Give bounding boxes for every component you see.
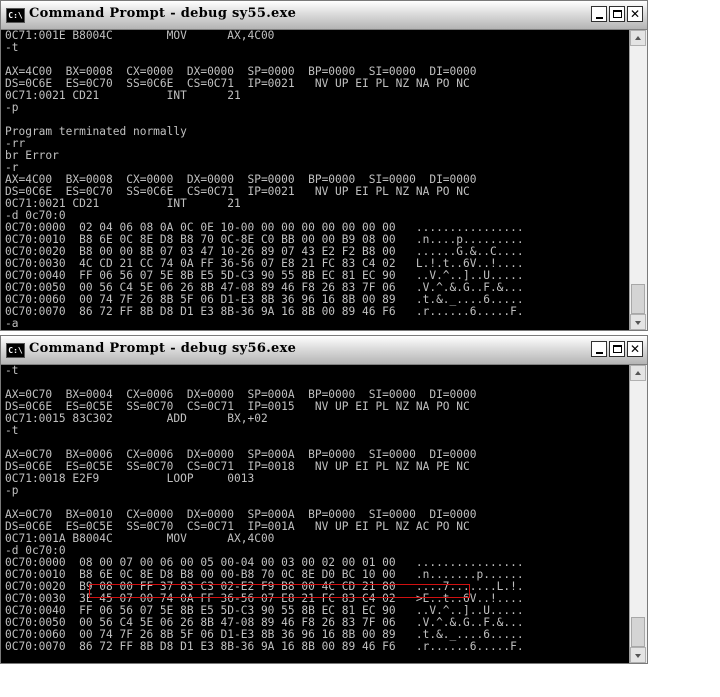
console-line: 0C70:0000 02 04 06 08 0A 0C 0E 10-00 00 … (5, 221, 524, 234)
close-button[interactable]: ✕ (627, 341, 643, 357)
console-line: AX=4C00 BX=0008 CX=0000 DX=0000 SP=0000 … (5, 65, 477, 78)
console-line: br Error (5, 149, 59, 162)
maximize-icon (612, 10, 622, 18)
console-line: 0C70:0050 00 56 C4 5E 06 26 8B 47-08 89 … (5, 616, 524, 629)
console-line: 0C70:0070 86 72 FF 8B D8 D1 E3 8B-36 9A … (5, 305, 524, 318)
console-line: DS=0C6E ES=0C5E SS=0C70 CS=0C71 IP=0018 … (5, 460, 470, 473)
close-icon: ✕ (629, 342, 641, 356)
scrollbar-thumb[interactable] (631, 284, 645, 314)
window-title: Command Prompt - debug sy56.exe (29, 341, 297, 356)
console-line: 0C70:0060 00 74 7F 26 8B 5F 06 D1-E3 8B … (5, 628, 524, 641)
console-line: -t (5, 365, 19, 377)
minimize-button[interactable] (591, 6, 607, 22)
console-line: -r (5, 161, 19, 174)
minimize-icon (595, 16, 603, 19)
command-prompt-window-sy55[interactable]: C:\ Command Prompt - debug sy55.exe ✕ -a… (0, 0, 648, 331)
scroll-down-arrow-icon[interactable] (630, 314, 646, 330)
console-line: 0C70:0000 08 00 07 00 06 00 05 00-04 00 … (5, 556, 524, 569)
console-line: 0C70:0010 B8 6E 0C 8E D8 B8 70 0C-8E C0 … (5, 233, 524, 246)
scrollbar-thumb[interactable] (631, 617, 645, 647)
console-line: DS=0C6E ES=0C5E SS=0C70 CS=0C71 IP=0015 … (5, 400, 470, 413)
console-line: 0C70:0070 86 72 FF 8B D8 D1 E3 8B-36 9A … (5, 640, 524, 653)
console-line: -t (5, 41, 19, 54)
title-bar[interactable]: C:\ Command Prompt - debug sy55.exe ✕ (1, 1, 647, 30)
console-line: AX=0C70 BX=0004 CX=0006 DX=0000 SP=000A … (5, 388, 477, 401)
console-line: 0C71:0021 CD21 INT 21 (5, 89, 241, 102)
scroll-up-arrow-icon[interactable] (630, 30, 646, 46)
console-line: 0C70:0040 FF 06 56 07 5E 8B E5 5D-C3 90 … (5, 604, 524, 617)
console-line: Program terminated normally (5, 125, 187, 138)
vertical-scrollbar[interactable] (629, 365, 647, 663)
vertical-scrollbar[interactable] (629, 30, 647, 330)
red-annotation-box (89, 584, 470, 598)
console-line: 0C71:001E B8004C MOV AX,4C00 (5, 30, 275, 42)
scroll-up-arrow-icon[interactable] (630, 365, 646, 381)
scroll-down-arrow-icon[interactable] (630, 647, 646, 663)
console-output[interactable]: -a 0C70:0070 86 72 FF 8B D8 D1 E3 8B-36 9… (1, 30, 629, 330)
maximize-button[interactable] (609, 6, 625, 22)
console-line: 0C70:0040 FF 06 56 07 5E 8B E5 5D-C3 90 … (5, 269, 524, 282)
console-line: -d 0c70:0 (5, 544, 66, 557)
close-icon: ✕ (629, 7, 641, 21)
console-line: 0C71:0018 E2F9 LOOP 0013 (5, 472, 255, 485)
console-line: 0C70:0050 00 56 C4 5E 06 26 8B 47-08 89 … (5, 281, 524, 294)
console-line: -a (5, 317, 19, 330)
console-line: -p (5, 101, 19, 114)
console-line: 0C70:0030 4C CD 21 CC 74 0A FF 36-56 07 … (5, 257, 524, 270)
console-line: 0C71:0021 CD21 INT 21 (5, 197, 241, 210)
console-line: AX=4C00 BX=0008 CX=0000 DX=0000 SP=0000 … (5, 173, 477, 186)
console-line: 0C71:0015 83C302 ADD BX,+02 (5, 412, 268, 425)
command-prompt-window-sy56[interactable]: C:\ Command Prompt - debug sy56.exe ✕ 0C… (0, 335, 648, 664)
console-line: 0C70:0060 00 74 7F 26 8B 5F 06 D1-E3 8B … (5, 293, 524, 306)
console-line: -t (5, 424, 19, 437)
console-line: -rr (5, 137, 26, 150)
maximize-button[interactable] (609, 341, 625, 357)
console-output[interactable]: 0C70:0070 86 72 FF 8B D8 D1 E3 8B-36 9A … (1, 365, 629, 663)
window-title: Command Prompt - debug sy55.exe (29, 6, 297, 21)
console-line: 0C71:001A B8004C MOV AX,4C00 (5, 532, 275, 545)
minimize-icon (595, 351, 603, 354)
console-line: 0C70:0020 B8 00 00 8B 07 03 47 10-26 89 … (5, 245, 524, 258)
title-bar[interactable]: C:\ Command Prompt - debug sy56.exe ✕ (1, 336, 647, 365)
console-line: -d 0c70:0 (5, 209, 66, 222)
console-line: AX=0C70 BX=0010 CX=0000 DX=0000 SP=000A … (5, 508, 477, 521)
maximize-icon (612, 345, 622, 353)
minimize-button[interactable] (591, 341, 607, 357)
command-prompt-icon[interactable]: C:\ (6, 343, 25, 358)
console-line: DS=0C6E ES=0C5E SS=0C70 CS=0C71 IP=001A … (5, 520, 470, 533)
console-line: DS=0C6E ES=0C70 SS=0C6E CS=0C71 IP=0021 … (5, 185, 470, 198)
command-prompt-icon[interactable]: C:\ (6, 8, 25, 23)
console-line: AX=0C70 BX=0006 CX=0006 DX=0000 SP=000A … (5, 448, 477, 461)
close-button[interactable]: ✕ (627, 6, 643, 22)
console-line: DS=0C6E ES=0C70 SS=0C6E CS=0C71 IP=0021 … (5, 77, 470, 90)
console-line: 0C70:0010 B8 6E 0C 8E D8 B8 00 00-B8 70 … (5, 568, 524, 581)
console-line: -p (5, 484, 19, 497)
